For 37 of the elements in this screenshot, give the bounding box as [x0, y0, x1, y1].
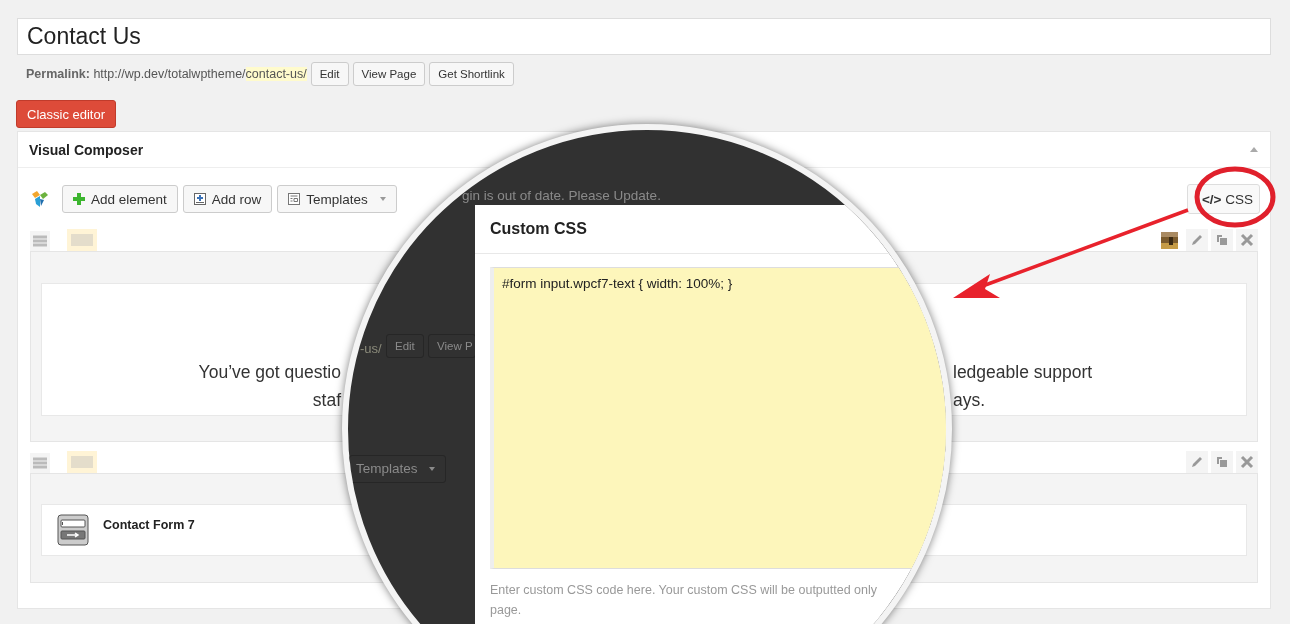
row-icon [193, 193, 206, 205]
template-icon [288, 193, 301, 205]
text-fragment: ledgeable support [953, 361, 1094, 384]
text-fragment: staf [311, 389, 341, 412]
copy-icon[interactable] [1211, 451, 1233, 473]
css-button[interactable]: </> CSS [1186, 184, 1260, 214]
dialog-title: Custom CSS [490, 220, 587, 238]
close-icon[interactable] [1236, 229, 1258, 251]
help-text: page. [490, 602, 523, 619]
toolbar-button[interactable]: Templates [277, 185, 397, 213]
permalink-button[interactable]: Edit [310, 62, 349, 86]
panel-title: Visual Composer [29, 141, 145, 158]
drag-handle-icon[interactable] [30, 231, 50, 251]
logo-icon [31, 190, 49, 208]
drag-handle-icon[interactable] [30, 453, 50, 473]
close-icon[interactable] [1236, 451, 1258, 473]
css-textarea[interactable]: #form input.wpcf7-text { width: 100%; } [490, 267, 946, 569]
element-title: Contact Form 7 [103, 518, 195, 532]
toolbar-button[interactable]: Add element [62, 185, 178, 213]
toolbar-button[interactable]: Add row [182, 185, 273, 213]
classic-editor-button[interactable]: Classic editor [16, 100, 117, 128]
plus-icon [73, 193, 85, 205]
permalink-button[interactable]: View Page [352, 62, 426, 86]
collapse-icon[interactable] [1250, 147, 1258, 152]
help-text: Enter custom CSS code here. Your custom CSS will be outputted only [490, 582, 878, 599]
title-field[interactable]: Contact Us [17, 18, 1271, 55]
permalink-text: -us/ [360, 341, 382, 356]
permalink-button[interactable]: Get Shortlink [429, 62, 514, 86]
permalink-text: Permalink: http://wp.dev/totalwptheme/contact-us/ [26, 67, 307, 81]
notice-text: gin is out of date. Please Update. [462, 188, 661, 203]
text-fragment: ays. [953, 389, 987, 412]
edit-icon[interactable] [1186, 451, 1208, 473]
text-fragment: You’ve got questio [197, 361, 341, 384]
edit-icon[interactable] [1186, 229, 1208, 251]
form-icon [57, 514, 89, 546]
copy-icon[interactable] [1211, 229, 1233, 251]
caret-icon [379, 197, 386, 201]
